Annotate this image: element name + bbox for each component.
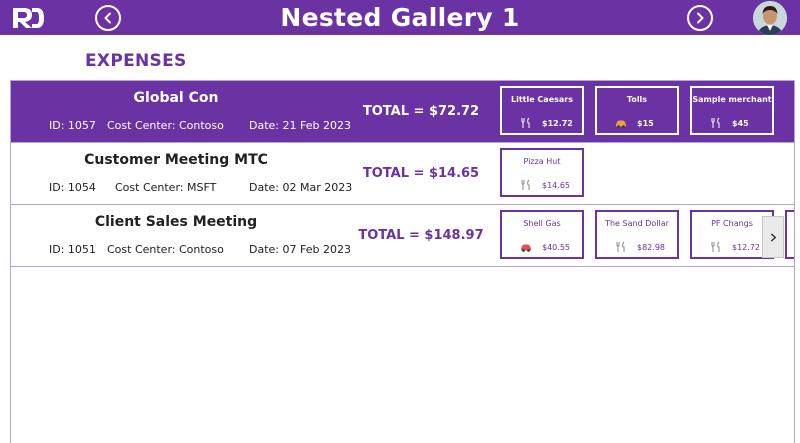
expense-total: TOTAL = $148.97 [358, 228, 484, 243]
expense-title: Global Con [133, 90, 219, 106]
section-title: EXPENSES [85, 51, 187, 71]
expense-item-card[interactable]: Little Caesars $12.72 [500, 86, 584, 135]
expense-id: ID: 1051 [49, 243, 96, 256]
expense-date: Date: 07 Feb 2023 [249, 243, 351, 256]
utensils-icon [521, 117, 530, 128]
utensils-icon [711, 241, 720, 252]
merchant-name: PF Changs [711, 219, 753, 228]
expense-row[interactable]: Customer Meeting MTC ID: 1054 Cost Cente… [11, 143, 794, 205]
chevron-right-icon [697, 12, 704, 24]
expense-item-card[interactable]: Pizza Hut $14.65 [500, 148, 584, 197]
expense-total: TOTAL = $14.65 [362, 166, 480, 181]
avatar-image [753, 1, 787, 35]
cost-center: Cost Center: MSFT [115, 181, 217, 194]
expense-id: ID: 1054 [49, 181, 96, 194]
utensils-icon [521, 179, 530, 190]
expense-id: ID: 1057 [49, 119, 96, 132]
item-amount: $12.72 [732, 243, 760, 252]
item-amount: $12.72 [542, 119, 573, 128]
chevron-right-icon [770, 233, 776, 241]
next-button[interactable] [687, 5, 713, 31]
header-bar: Nested Gallery 1 [0, 0, 800, 35]
item-amount: $14.65 [542, 181, 570, 190]
expense-item-card-partial [785, 210, 794, 259]
car-icon [521, 244, 531, 252]
item-amount: $15 [637, 119, 654, 128]
expense-item-card[interactable]: The Sand Dollar $82.98 [595, 210, 679, 259]
utensils-icon [711, 117, 720, 128]
merchant-name: Shell Gas [523, 219, 561, 228]
gallery-scroll-next-button[interactable] [762, 216, 784, 258]
page-title: Nested Gallery 1 [280, 3, 520, 32]
expense-row[interactable]: Client Sales Meeting ID: 1051 Cost Cente… [11, 205, 794, 267]
expense-date: Date: 21 Feb 2023 [249, 119, 351, 132]
merchant-name: Pizza Hut [523, 157, 561, 166]
merchant-name: Sample merchant [692, 95, 772, 104]
merchant-name: Tolls [626, 95, 648, 104]
expense-item-card[interactable]: Tolls $15 [595, 86, 679, 135]
expense-gallery: Global Con ID: 1057 Cost Center: Contoso… [10, 80, 795, 443]
expense-row[interactable]: Global Con ID: 1057 Cost Center: Contoso… [11, 81, 794, 143]
expense-date: Date: 02 Mar 2023 [249, 181, 353, 194]
expense-total: TOTAL = $72.72 [362, 104, 480, 119]
item-amount: $40.55 [542, 243, 570, 252]
cost-center: Cost Center: Contoso [107, 243, 224, 256]
expense-title: Client Sales Meeting [94, 214, 258, 230]
expense-item-card[interactable]: Shell Gas $40.55 [500, 210, 584, 259]
car-icon [616, 120, 626, 128]
merchant-name: Little Caesars [510, 95, 573, 104]
item-amount: $45 [732, 119, 749, 128]
utensils-icon [616, 241, 625, 252]
merchant-name: The Sand Dollar [605, 219, 669, 228]
expense-item-card[interactable]: Sample merchant $45 [690, 86, 774, 135]
expense-title: Customer Meeting MTC [84, 152, 268, 168]
cost-center: Cost Center: Contoso [107, 119, 224, 132]
user-avatar[interactable] [753, 1, 787, 35]
item-amount: $82.98 [637, 243, 665, 252]
